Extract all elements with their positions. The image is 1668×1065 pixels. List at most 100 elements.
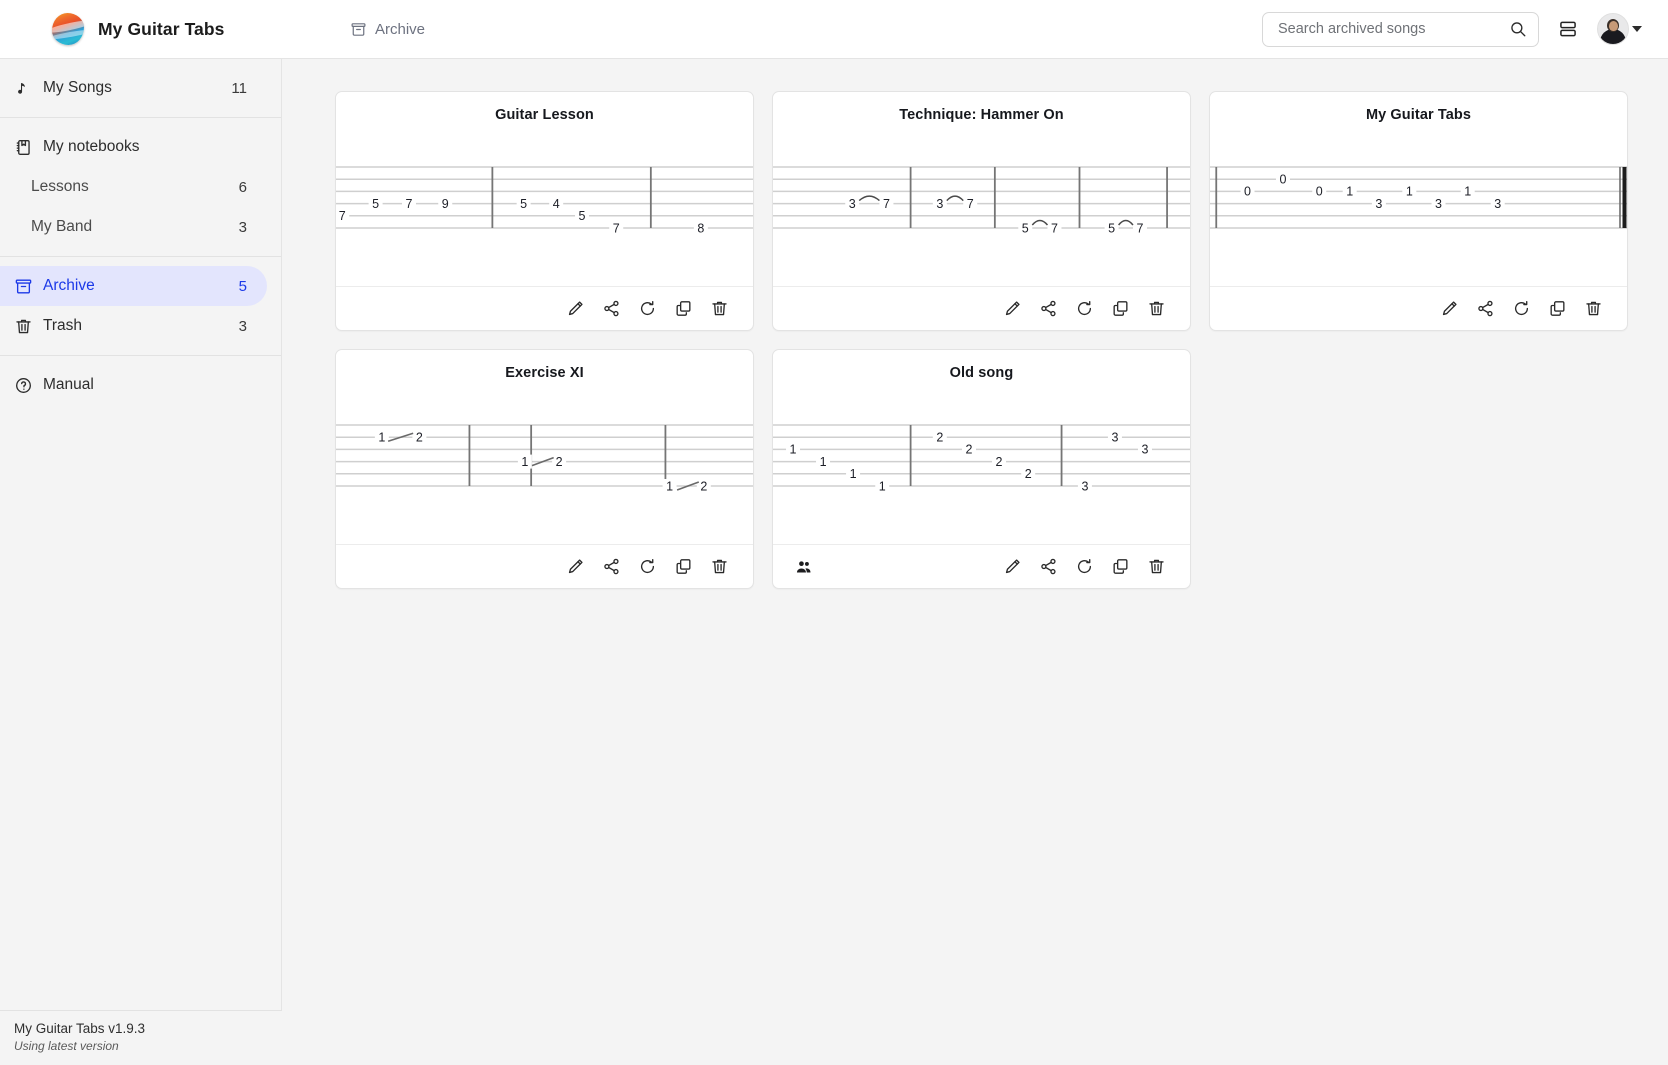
song-card[interactable]: Exercise XI 1 2 1 2 1 2	[335, 349, 754, 589]
search-icon[interactable]	[1509, 20, 1527, 38]
restore-icon	[1075, 557, 1094, 576]
share-button[interactable]	[593, 294, 629, 324]
restore-button[interactable]	[1503, 294, 1539, 324]
duplicate-button[interactable]	[665, 552, 701, 582]
trash-button[interactable]	[701, 294, 737, 324]
pencil-button[interactable]	[994, 294, 1030, 324]
svg-text:1: 1	[521, 455, 528, 469]
tab-notation-preview: 1 1 1 1 2 2 2 2 3 3 3	[773, 381, 1190, 544]
sidebar-item-label: Trash	[43, 317, 83, 334]
pencil-icon	[1003, 299, 1022, 318]
svg-text:1: 1	[378, 431, 385, 445]
song-card-title: Exercise XI	[505, 365, 584, 381]
duplicate-button[interactable]	[1539, 294, 1575, 324]
duplicate-button[interactable]	[1102, 552, 1138, 582]
svg-text:2: 2	[1025, 467, 1032, 481]
share-button[interactable]	[1030, 294, 1066, 324]
sidebar-item-label: Lessons	[31, 178, 89, 195]
music-note-icon	[14, 80, 36, 97]
tab-staff: 0 0 0 1 1 1 3 3 3	[1210, 123, 1627, 273]
svg-text:2: 2	[700, 479, 707, 493]
breadcrumb[interactable]: Archive	[350, 21, 425, 38]
svg-text:2: 2	[966, 443, 973, 457]
svg-text:7: 7	[967, 197, 974, 211]
sidebar-item-manual[interactable]: Manual	[0, 365, 267, 405]
sidebar-item-lessons[interactable]: Lessons 6	[0, 167, 267, 207]
pencil-button[interactable]	[557, 294, 593, 324]
trash-button[interactable]	[1575, 294, 1611, 324]
search-input[interactable]	[1276, 20, 1509, 38]
tab-notation-preview: 1 2 1 2 1 2	[336, 381, 753, 544]
chevron-down-icon[interactable]	[1632, 26, 1642, 32]
svg-text:1: 1	[820, 455, 827, 469]
sidebar-item-my-notebooks[interactable]: My notebooks	[0, 127, 267, 167]
svg-text:7: 7	[339, 209, 346, 223]
sidebar-item-count: 3	[238, 218, 247, 236]
restore-button[interactable]	[1066, 552, 1102, 582]
song-card-title: Technique: Hammer On	[899, 107, 1064, 123]
restore-button[interactable]	[629, 294, 665, 324]
svg-text:7: 7	[613, 221, 620, 235]
people-icon	[789, 552, 819, 582]
tab-staff: 1 2 1 2 1 2	[336, 381, 753, 531]
svg-text:3: 3	[1494, 197, 1501, 211]
sidebar-item-label: My notebooks	[43, 138, 140, 155]
duplicate-icon	[674, 557, 693, 576]
top-bar-right	[1262, 11, 1668, 47]
song-card[interactable]: Old song 1 1 1 1 2 2 2 2 3 3 3	[772, 349, 1191, 589]
list-view-icon[interactable]	[1555, 16, 1581, 42]
sidebar-item-trash[interactable]: Trash 3	[0, 306, 267, 346]
archive-box-icon	[350, 21, 367, 38]
share-icon	[602, 299, 621, 318]
search-box[interactable]	[1262, 11, 1539, 47]
pencil-icon	[566, 299, 585, 318]
share-button[interactable]	[1030, 552, 1066, 582]
duplicate-button[interactable]	[665, 294, 701, 324]
song-card-actions	[773, 286, 1190, 330]
svg-text:5: 5	[372, 197, 379, 211]
restore-icon	[638, 557, 657, 576]
trash-icon	[1584, 299, 1603, 318]
restore-icon	[638, 299, 657, 318]
svg-text:3: 3	[1081, 479, 1088, 493]
song-card-grid: Guitar Lesson 7 5 7 9 5 4 5 7 8 Technique: Hammer…	[283, 59, 1668, 589]
sidebar-item-my-band[interactable]: My Band 3	[0, 207, 267, 247]
pencil-button[interactable]	[994, 552, 1030, 582]
user-avatar[interactable]	[1597, 13, 1629, 45]
song-card[interactable]: Technique: Hammer On 3 7 3 7 5 7 5 7	[772, 91, 1191, 331]
song-card[interactable]: Guitar Lesson 7 5 7 9 5 4 5 7 8	[335, 91, 754, 331]
song-card-actions	[336, 544, 753, 588]
trash-button[interactable]	[701, 552, 737, 582]
svg-text:5: 5	[1022, 221, 1029, 235]
svg-text:7: 7	[1136, 221, 1143, 235]
app-logo-icon	[52, 13, 84, 45]
restore-button[interactable]	[629, 552, 665, 582]
trash-icon	[710, 299, 729, 318]
tab-staff: 7 5 7 9 5 4 5 7 8	[336, 123, 753, 273]
trash-button[interactable]	[1138, 552, 1174, 582]
sidebar-item-my-songs[interactable]: My Songs 11	[0, 68, 267, 108]
tab-notation-preview: 7 5 7 9 5 4 5 7 8	[336, 123, 753, 286]
share-button[interactable]	[593, 552, 629, 582]
pencil-button[interactable]	[557, 552, 593, 582]
sidebar-item-count: 6	[238, 178, 247, 196]
trash-button[interactable]	[1138, 294, 1174, 324]
tab-notation-preview: 3 7 3 7 5 7 5 7	[773, 123, 1190, 286]
share-button[interactable]	[1467, 294, 1503, 324]
song-card[interactable]: My Guitar Tabs 0 0 0 1 1 1 3 3 3	[1209, 91, 1628, 331]
app-brand[interactable]: My Guitar Tabs	[0, 13, 282, 45]
svg-text:1: 1	[850, 467, 857, 481]
sidebar-item-count: 3	[238, 317, 247, 335]
pencil-button[interactable]	[1431, 294, 1467, 324]
svg-text:1: 1	[1346, 185, 1353, 199]
pencil-icon	[1440, 299, 1459, 318]
breadcrumb-label: Archive	[375, 20, 426, 38]
user-menu[interactable]	[1597, 13, 1642, 45]
sidebar-item-archive[interactable]: Archive 5	[0, 266, 267, 306]
duplicate-button[interactable]	[1102, 294, 1138, 324]
sidebar-item-label: My Songs	[43, 79, 112, 96]
duplicate-icon	[1111, 557, 1130, 576]
restore-button[interactable]	[1066, 294, 1102, 324]
svg-text:5: 5	[579, 209, 586, 223]
restore-icon	[1075, 299, 1094, 318]
